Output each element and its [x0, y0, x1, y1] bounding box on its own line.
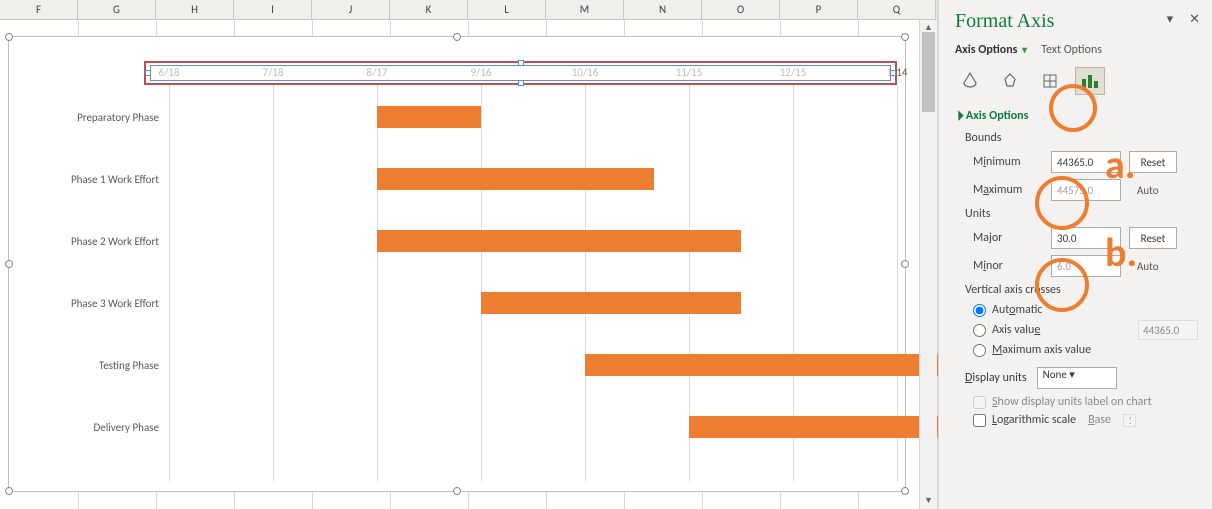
category-label: Phase 3 Work Effort: [9, 297, 169, 311]
column-header[interactable]: J: [312, 0, 390, 19]
gantt-bar[interactable]: [585, 354, 966, 376]
gantt-bar[interactable]: [481, 292, 741, 314]
size-properties-icon[interactable]: [1035, 67, 1065, 95]
close-icon[interactable]: ✕: [1189, 12, 1200, 27]
x-tick-label: 12/15: [780, 61, 807, 85]
chart-gridline: [169, 85, 170, 481]
resize-handle[interactable]: [5, 487, 13, 495]
log-base-label: Base: [1088, 413, 1111, 427]
column-header[interactable]: F: [0, 0, 78, 19]
maximum-input[interactable]: [1051, 179, 1121, 201]
category-label: Phase 1 Work Effort: [9, 173, 169, 187]
column-header[interactable]: P: [780, 0, 858, 19]
gantt-chart[interactable]: 6/18 7/18 8/17 9/16 10/16 11/15 12/15 1/14 Prep…: [8, 36, 906, 492]
major-reset-button[interactable]: Reset: [1129, 227, 1177, 249]
resize-handle[interactable]: [5, 260, 13, 268]
crosses-automatic-radio[interactable]: [973, 304, 986, 317]
x-tick-label: 1/14: [887, 61, 908, 85]
category-label: Testing Phase: [9, 359, 169, 373]
column-header[interactable]: L: [468, 0, 546, 19]
minimum-label: Minimum: [973, 155, 1043, 169]
scroll-down-icon[interactable]: ▼: [920, 493, 937, 509]
units-label: Units: [965, 207, 1198, 221]
plot-area[interactable]: 6/187/188/179/1610/1611/1512/151/14 Prep…: [169, 61, 897, 481]
minor-auto-label: Auto: [1129, 260, 1167, 273]
x-tick-label: 8/17: [367, 61, 388, 85]
log-base-input: [1123, 414, 1136, 427]
maximum-auto-label: Auto: [1129, 184, 1167, 197]
x-axis[interactable]: 6/187/188/179/1610/1611/1512/151/14: [169, 61, 897, 85]
column-header[interactable]: O: [702, 0, 780, 19]
display-units-label: Display units: [965, 371, 1027, 385]
resize-handle[interactable]: [901, 260, 909, 268]
pane-title: Format Axis: [955, 10, 1198, 33]
major-label: Major: [973, 231, 1043, 245]
gantt-bar[interactable]: [377, 230, 741, 252]
x-tick-label: 10/16: [572, 61, 599, 85]
effects-icon[interactable]: [995, 67, 1025, 95]
column-headers: FGHIJKLMNOPQ: [0, 0, 937, 20]
chart-gridline: [585, 85, 586, 481]
format-axis-pane: Format Axis ▾ ✕ Axis Options ▾ Text Opti…: [938, 0, 1212, 509]
column-header[interactable]: H: [156, 0, 234, 19]
crosses-axis-value-radio[interactable]: [973, 324, 986, 337]
column-header[interactable]: G: [78, 0, 156, 19]
minimum-reset-button[interactable]: Reset: [1129, 151, 1177, 173]
resize-handle[interactable]: [5, 33, 13, 41]
chart-gridline: [377, 85, 378, 481]
category-label: Preparatory Phase: [9, 111, 169, 125]
scrollbar-thumb[interactable]: [922, 32, 935, 112]
show-units-label-checkbox: [973, 396, 986, 409]
axis-options-icon[interactable]: [1075, 67, 1105, 95]
x-tick-label: 6/18: [159, 61, 180, 85]
crosses-axis-value-input[interactable]: [1138, 320, 1198, 340]
fill-icon[interactable]: [955, 67, 985, 95]
minor-input[interactable]: [1051, 255, 1121, 277]
crosses-max-radio[interactable]: [973, 344, 986, 357]
column-header[interactable]: M: [546, 0, 624, 19]
resize-handle[interactable]: [901, 33, 909, 41]
vertical-axis-crosses-label: Vertical axis crosses: [965, 283, 1198, 297]
logarithmic-label: Logarithmic scale: [992, 413, 1076, 427]
text-options-tab[interactable]: Text Options: [1041, 43, 1102, 57]
gantt-bar[interactable]: [377, 106, 481, 128]
worksheet-area: FGHIJKLMNOPQ 6/18 7/18 8/17 9/16 10/16 11/15 1…: [0, 0, 938, 509]
resize-handle[interactable]: [901, 487, 909, 495]
bounds-label: Bounds: [965, 131, 1198, 145]
maximum-label: Maximum: [973, 183, 1043, 197]
minor-label: Minor: [973, 259, 1043, 273]
resize-handle[interactable]: [453, 33, 461, 41]
category-label: Delivery Phase: [9, 421, 169, 435]
major-input[interactable]: [1051, 227, 1121, 249]
column-header[interactable]: Q: [858, 0, 936, 19]
resize-handle[interactable]: [453, 487, 461, 495]
chart-gridline: [481, 85, 482, 481]
column-header[interactable]: N: [624, 0, 702, 19]
display-units-select[interactable]: None: [1037, 367, 1117, 389]
chart-gridline: [273, 85, 274, 481]
axis-options-tab[interactable]: Axis Options ▾: [955, 43, 1027, 57]
vertical-scrollbar[interactable]: ▲ ▼: [919, 20, 937, 509]
logarithmic-checkbox[interactable]: [973, 414, 986, 427]
x-tick-label: 11/15: [676, 61, 703, 85]
column-header[interactable]: K: [390, 0, 468, 19]
chevron-down-icon: ▾: [1022, 43, 1027, 56]
x-tick-label: 7/18: [263, 61, 284, 85]
column-header[interactable]: I: [234, 0, 312, 19]
gantt-bar[interactable]: [377, 168, 654, 190]
axis-options-section[interactable]: Axis Options: [955, 109, 1198, 123]
pane-menu-icon[interactable]: ▾: [1167, 12, 1174, 27]
x-tick-label: 9/16: [471, 61, 492, 85]
category-label: Phase 2 Work Effort: [9, 235, 169, 249]
show-units-label-text: Show display units label on chart: [992, 395, 1152, 409]
minimum-input[interactable]: [1051, 151, 1121, 173]
